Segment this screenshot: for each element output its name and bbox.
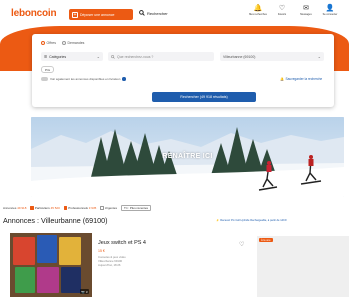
- radio-requests-label: Demandes: [67, 41, 85, 45]
- plus-icon: +: [72, 11, 78, 18]
- nav-label: Favoris: [277, 13, 287, 16]
- filter-label: Particuliers: [34, 206, 50, 210]
- category-select[interactable]: ☰ Catégories ⌄: [41, 52, 103, 61]
- delivery-toggle[interactable]: [41, 77, 48, 81]
- filter-private[interactable]: Particuliers 45 520: [30, 206, 60, 210]
- sponsored-link-text: Recevez Pix Cell Hybride Rechargeable, à…: [220, 219, 287, 222]
- filter-count: 3 935: [88, 206, 97, 210]
- radio-selected-icon: [41, 41, 45, 45]
- nav-favorites[interactable]: ♡ Favoris: [272, 5, 292, 16]
- chevron-down-icon: ⌄: [317, 54, 321, 59]
- user-icon: 👤: [325, 5, 335, 12]
- checkbox-checked-icon: [63, 206, 68, 210]
- category-value: Catégories: [49, 54, 67, 59]
- filter-count: 49 918: [17, 206, 27, 210]
- listing-thumbnail[interactable]: 📷 3: [10, 233, 92, 297]
- radio-offers-label: Offres: [46, 41, 56, 45]
- listing-meta: Consoles & jeux vidéo Villeurbanne 69100…: [98, 255, 148, 267]
- bell-icon: 🔔: [280, 77, 284, 81]
- save-search-link[interactable]: 🔔 Sauvegarder la recherche: [280, 77, 322, 81]
- region-logo-icon: [47, 181, 54, 189]
- nav-login[interactable]: 👤 Se connecter: [320, 5, 340, 16]
- leboncoin-logo[interactable]: leboncoin: [11, 8, 57, 19]
- location-value: Villeurbanne (69100): [223, 54, 256, 59]
- checkbox-checked-icon: [30, 206, 34, 210]
- nav-label: Mes recherches: [249, 13, 267, 16]
- nav-my-searches[interactable]: 🔔 Mes recherches: [248, 5, 268, 16]
- filter-urgent[interactable]: Urgentes: [100, 206, 117, 210]
- sponsored-link[interactable]: ⚡ Recevez Pix Cell Hybride Rechargeable,…: [216, 219, 349, 222]
- search-link-label: Rechercher: [147, 10, 168, 16]
- search-link[interactable]: Rechercher: [139, 10, 168, 16]
- listing-date: Aujourd'hui, 18:26: [98, 262, 121, 267]
- photo-count-badge: 📷 3: [79, 289, 89, 294]
- search-panel: Offres Demandes ☰ Catégories ⌄ Que reche…: [32, 34, 334, 107]
- banner-headline: RENAÎTRE ICI: [162, 153, 213, 160]
- tourism-banner-ad[interactable]: RENAÎTRE ICI Auvergne- Rhône-Alpes Touri…: [31, 117, 344, 197]
- listing-price: 15 €: [98, 249, 105, 253]
- chevron-down-icon: ⌄: [96, 54, 100, 59]
- filter-all[interactable]: Annonces 49 918: [3, 206, 26, 210]
- bolt-icon: ⚡: [216, 219, 220, 222]
- chat-icon: ✉: [303, 5, 309, 12]
- search-submit-button[interactable]: Rechercher (49 918 résultats): [152, 92, 256, 102]
- region-tourism-logo: Auvergne- Rhône-Alpes Tourisme: [47, 179, 72, 190]
- post-ad-button[interactable]: + Déposer une annonce: [69, 9, 133, 20]
- game-box-image: [37, 267, 59, 293]
- region-line: Tourisme: [56, 185, 68, 190]
- post-ad-label: Déposer une annonce: [80, 12, 115, 17]
- featured-badge: À la une: [259, 238, 273, 242]
- search-icon: [139, 10, 145, 16]
- top-header: leboncoin + Déposer une annonce Recherch…: [0, 0, 349, 26]
- price-filter-chip[interactable]: Prix: [41, 66, 55, 73]
- game-box-image: [61, 267, 81, 293]
- filter-label: Annonces: [3, 206, 17, 210]
- nav-label: Messages: [300, 13, 312, 16]
- radio-requests[interactable]: Demandes: [61, 41, 85, 45]
- search-icon: [111, 54, 115, 59]
- bell-icon: 🔔: [253, 5, 263, 12]
- filter-count: 45 520: [50, 206, 60, 210]
- keyword-input[interactable]: Que recherchez-vous ?: [108, 52, 214, 61]
- game-box-image: [13, 237, 35, 265]
- results-heading: Annonces : Villeurbanne (69100): [3, 216, 108, 225]
- location-input[interactable]: Villeurbanne (69100) ⌄: [220, 52, 324, 61]
- filter-pro[interactable]: Professionnels 3 935: [63, 206, 97, 210]
- listing-title[interactable]: Jeux switch et PS 4: [98, 240, 146, 246]
- delivery-toggle-row: Voir également les annonces disponibles …: [41, 77, 126, 81]
- list-icon: ☰: [44, 54, 48, 59]
- heart-icon: ♡: [278, 5, 286, 12]
- ad-type-filters: Annonces 49 918 Particuliers 45 520 Prof…: [3, 205, 152, 211]
- sort-select[interactable]: Tri : Plus récentes: [120, 205, 152, 211]
- info-icon[interactable]: [122, 77, 126, 81]
- offer-type-radios: Offres Demandes: [41, 41, 84, 45]
- delivery-toggle-label: Voir également les annonces disponibles …: [50, 77, 121, 81]
- game-box-image: [37, 235, 57, 263]
- featured-listing-card[interactable]: À la une: [257, 236, 349, 297]
- photo-count-value: 3: [85, 289, 88, 294]
- game-box-image: [15, 267, 35, 293]
- header-nav: 🔔 Mes recherches ♡ Favoris ✉ Messages 👤 …: [248, 5, 340, 16]
- nav-label: Se connecter: [322, 13, 338, 16]
- keyword-placeholder: Que recherchez-vous ?: [117, 54, 154, 59]
- game-box-image: [59, 237, 81, 265]
- favorite-heart-icon[interactable]: ♡: [239, 241, 244, 248]
- radio-empty-icon: [61, 41, 66, 45]
- checkbox-empty-icon: [100, 206, 104, 210]
- filter-label: Professionnels: [68, 206, 88, 210]
- save-search-label: Sauvegarder la recherche: [285, 77, 323, 81]
- radio-offers[interactable]: Offres: [41, 41, 56, 45]
- filter-label: Urgentes: [104, 206, 117, 210]
- nav-messages[interactable]: ✉ Messages: [296, 5, 316, 16]
